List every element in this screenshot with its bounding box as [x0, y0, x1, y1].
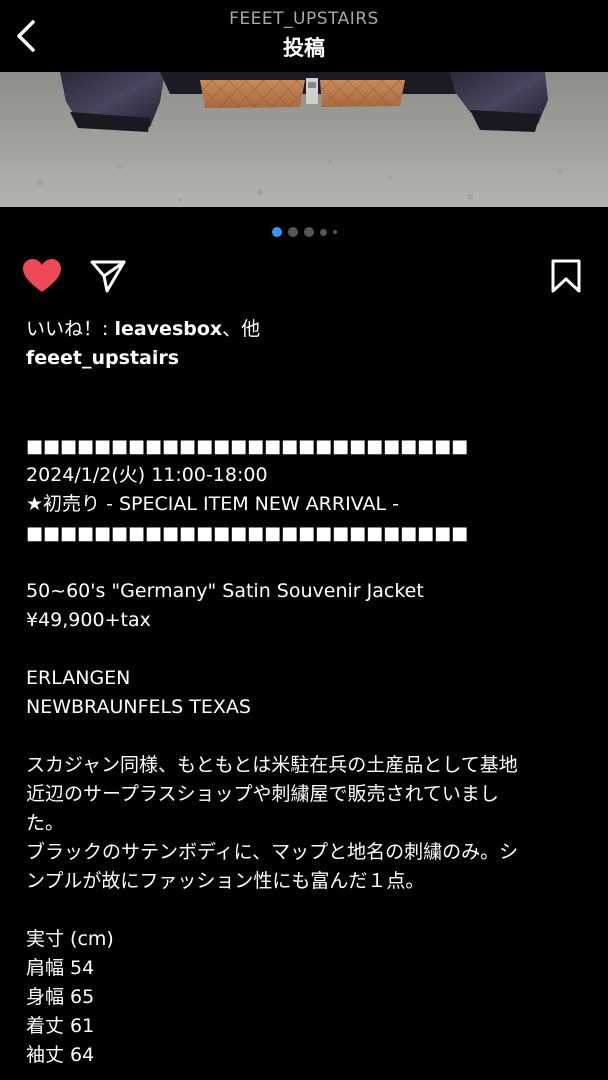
caption-line: 肩幅 54 [26, 957, 95, 979]
caption-line: た。 [26, 812, 65, 834]
caption-line [26, 548, 586, 577]
caption-line: 着丈 61 [26, 1015, 95, 1037]
carousel-dot-1 [271, 227, 282, 237]
carousel-dot-4 [319, 228, 327, 236]
likes-summary[interactable]: いいね！: leavesbox、他 [26, 314, 260, 341]
caption-line: 実寸 (cm) [26, 928, 114, 950]
heart-filled-icon [23, 259, 61, 292]
carousel-indicator [0, 226, 608, 238]
post-photo[interactable] [0, 72, 608, 207]
caption-line: ■■■■■■■■■■■■■■■■■■■■■■■■■■ [26, 523, 469, 544]
carousel-dot-2 [287, 227, 298, 237]
caption-line [26, 722, 586, 751]
jacket-image [0, 72, 608, 207]
caption-line: 50~60's "Germany" Satin Souvenir Jacket [26, 580, 424, 602]
likes-user[interactable]: leavesbox [114, 318, 222, 340]
likes-prefix: いいね！: [26, 318, 115, 340]
caption-line: NEWBRAUNFELS TEXAS [26, 696, 251, 718]
page-title: 投稿 [283, 36, 325, 60]
post-caption: ■■■■■■■■■■■■■■■■■■■■■■■■■■ 2024/1/2(火) 11… [26, 432, 586, 1070]
caption-line: 身幅 65 [26, 986, 95, 1008]
caption-line: 近辺のサープラスショップや刺繍屋で販売されていまし [26, 783, 499, 805]
caption-line: ブラックのサテンボディに、マップと地名の刺繍のみ。シ [26, 841, 519, 863]
save-button[interactable] [544, 254, 588, 298]
header-username: FEEET_UPSTAIRS [229, 9, 379, 29]
paper-plane-icon [90, 260, 126, 293]
post-author[interactable]: feeet_upstairs [26, 347, 179, 369]
likes-suffix: 、他 [222, 318, 261, 340]
caption-line: スカジャン同様、もともとは米駐在兵の土産品として基地 [26, 754, 518, 776]
post-actions [0, 250, 608, 300]
caption-line: ンプルが故にファッション性にも富んだ１点。 [26, 870, 425, 892]
caption-line: ★初売り - SPECIAL ITEM NEW ARRIVAL - [26, 493, 399, 515]
carousel-dot-5 [332, 230, 337, 234]
caption-line: ¥49,900+tax [26, 609, 151, 631]
caption-line [26, 635, 586, 664]
caption-line [26, 896, 586, 925]
caption-line: ERLANGEN [26, 667, 131, 689]
caption-line: ■■■■■■■■■■■■■■■■■■■■■■■■■■ [26, 436, 469, 457]
share-button[interactable] [86, 254, 130, 298]
top-bar: FEEET_UPSTAIRS 投稿 [0, 0, 608, 72]
carousel-dot-3 [303, 227, 314, 237]
bookmark-icon [551, 259, 581, 293]
caption-line: 袖丈 64 [26, 1044, 95, 1066]
like-button[interactable] [20, 254, 64, 298]
caption-line: 2024/1/2(火) 11:00-18:00 [26, 464, 268, 486]
